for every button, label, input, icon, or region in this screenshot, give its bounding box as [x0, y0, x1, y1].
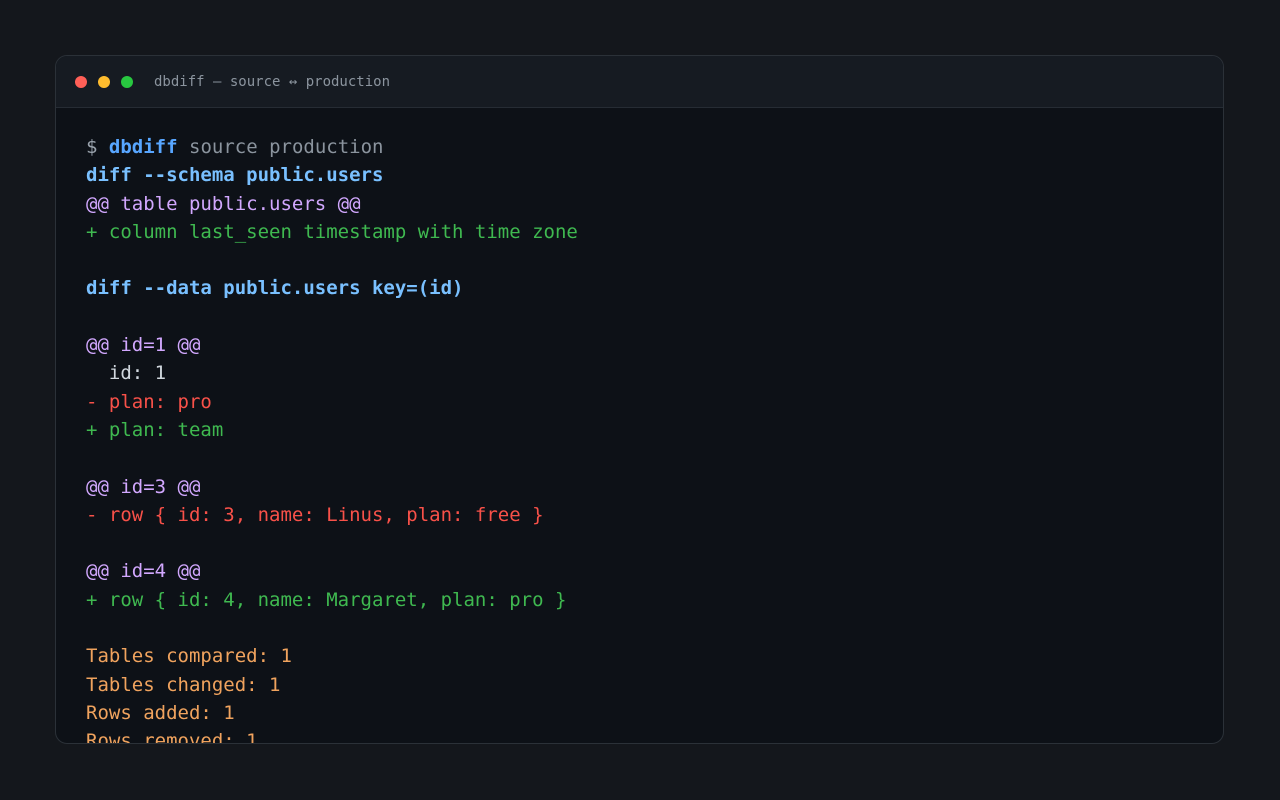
command-line: $ dbdiff source production: [86, 133, 1203, 161]
output-line-add: + row { id: 4, name: Margaret, plan: pro…: [86, 588, 567, 611]
terminal-window: dbdiff — source ↔ production $ dbdiff so…: [55, 55, 1224, 744]
output-line-diff-hdr: diff --data public.users key=(id): [86, 277, 464, 300]
output-line-blank: [86, 246, 1203, 274]
output-line-diff-hdr: diff --schema public.users: [86, 164, 384, 187]
output-line-ctx: id: 1: [86, 362, 167, 385]
output-line-stat: Rows added: 1: [86, 701, 235, 724]
output-line-del: - row { id: 3, name: Linus, plan: free }: [86, 503, 544, 526]
output-line-blank: [86, 303, 1203, 331]
command-name: dbdiff: [108, 136, 178, 158]
output-line-stat: Rows removed: 1: [86, 730, 258, 743]
output-line-add: + column last_seen timestamp with time z…: [86, 220, 578, 243]
output-line-add: + plan: team: [86, 418, 224, 441]
output-line-del: - plan: pro: [86, 390, 212, 413]
prompt-symbol: $: [86, 136, 98, 158]
close-button[interactable]: [75, 75, 87, 88]
title-bar: dbdiff — source ↔ production: [56, 56, 1223, 108]
command-args: source production: [189, 136, 384, 158]
output-line-hunk: @@ id=1 @@: [86, 334, 201, 357]
maximize-button[interactable]: [121, 75, 133, 88]
output-line-hunk: @@ id=3 @@: [86, 475, 201, 498]
output-line-blank: [86, 444, 1203, 472]
output-line-blank: [86, 529, 1203, 557]
output-line-stat: Tables compared: 1: [86, 645, 292, 668]
window-title: dbdiff — source ↔ production: [154, 73, 391, 90]
output-line-hunk: @@ id=4 @@: [86, 560, 201, 583]
minimize-button[interactable]: [98, 75, 110, 88]
output-line-hunk: @@ table public.users @@: [86, 192, 361, 215]
terminal-output[interactable]: $ dbdiff source production diff --schema…: [86, 133, 1203, 743]
output-line-blank: [86, 614, 1203, 642]
output-line-stat: Tables changed: 1: [86, 673, 281, 696]
